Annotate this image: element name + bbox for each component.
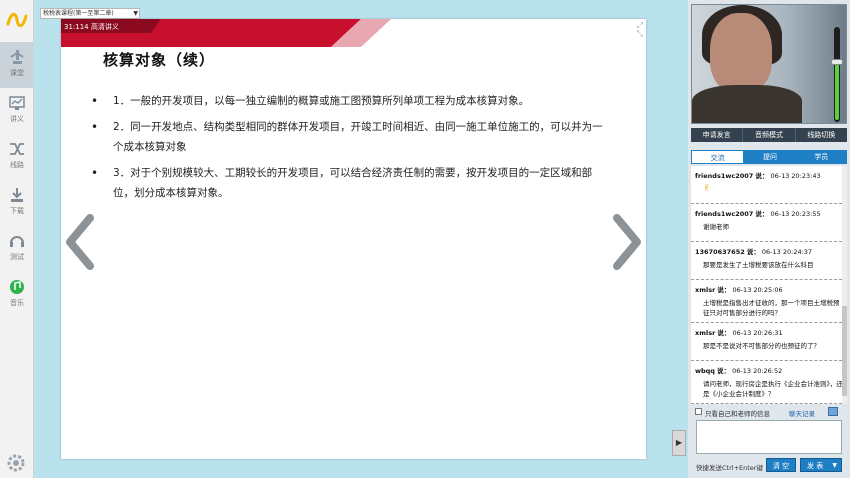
volume-slider-fill	[835, 60, 839, 120]
nav-item-music[interactable]: 音乐	[0, 272, 34, 318]
nav-item-classroom[interactable]: 课堂	[0, 42, 34, 88]
course-select-value: 税税表课程(第一至第二章)	[43, 10, 114, 17]
chat-messages: friends1wc2007 说： 06-13 20:23:43 ✌ frien…	[691, 166, 847, 404]
msg-time: 06-13 20:23:43	[770, 172, 821, 180]
msg-said: 说：	[717, 286, 731, 294]
msg-said: 说：	[717, 367, 731, 375]
send-hint: 快捷发送Ctrl+Enter键	[696, 464, 763, 472]
prev-slide-arrow-icon[interactable]	[60, 212, 100, 272]
right-panel: 申请发言 音频模式 线路切换 交流 提问 学员 friends1wc2007 说…	[688, 0, 850, 478]
msg-text: 那要是发生了土增税要该放在什么科目	[703, 261, 814, 269]
route-icon	[10, 143, 24, 155]
nav-label: 下载	[10, 207, 24, 215]
app-logo-icon	[6, 13, 28, 27]
course-select[interactable]: 税税表课程(第一至第二章) ▼	[40, 8, 140, 19]
slide-title: 核算对象（续）	[103, 51, 216, 69]
msg-user: friends1wc2007	[695, 172, 754, 180]
msg-text: ✌	[703, 184, 711, 194]
tab-questions[interactable]: 提问	[744, 150, 795, 164]
chat-message: friends1wc2007 说： 06-13 20:23:43 ✌	[691, 166, 847, 204]
clear-button[interactable]: 清 空	[766, 458, 796, 472]
send-button-label: 发 表	[807, 462, 824, 470]
volume-slider[interactable]	[834, 27, 840, 122]
msg-text: 请问老师，现行房企是执行《企业会计准则》，还是《小企业会计制度》？	[703, 380, 843, 398]
msg-user: xmlsr	[695, 286, 716, 294]
chat-message: 13670637652 说： 06-13 20:24:37 那要是发生了土增税要…	[691, 242, 847, 280]
slide-header-banner	[61, 19, 391, 47]
collapse-panel-button[interactable]: ▶	[672, 430, 686, 456]
video-body	[692, 85, 802, 123]
headset-icon	[10, 236, 24, 247]
nav-item-test[interactable]: 测试	[0, 226, 34, 272]
classroom-icon	[10, 50, 24, 64]
chevron-down-icon: ▼	[133, 10, 138, 17]
chat-input[interactable]	[696, 420, 842, 454]
nav-label: 线路	[10, 161, 24, 169]
video-face	[710, 13, 772, 93]
chat-tabs: 交流 提问 学员	[691, 150, 847, 164]
chat-message: xmlsr 说： 06-13 20:26:31 那是不是说对不可售部分的也预征的…	[691, 323, 847, 361]
slide-tag: 31:114 高清讲义	[64, 23, 119, 31]
msg-time: 06-13 20:24:37	[761, 248, 813, 256]
chat-message: xmlsr 说： 06-13 20:25:06 土增税是指售出才征收的，那一个项…	[691, 280, 847, 323]
slide-area: 31:114 高清讲义 ⤢⤡ 核算对象（续） 1．一般的开发项目，以每一独立编制…	[61, 19, 646, 459]
tab-chat[interactable]: 交流	[691, 150, 745, 164]
history-icon[interactable]	[828, 407, 838, 416]
only-me-label: 只看自己和老师的信息	[705, 410, 770, 418]
nav-label: 课堂	[10, 69, 24, 77]
handout-icon	[9, 96, 25, 110]
nav-item-route[interactable]: 线路	[0, 134, 34, 180]
msg-user: friends1wc2007	[695, 210, 754, 218]
msg-said: 说：	[755, 210, 769, 218]
volume-slider-knob[interactable]	[831, 58, 843, 65]
tab-students[interactable]: 学员	[796, 150, 847, 164]
nav-label: 音乐	[10, 299, 24, 307]
slide-bullets: 1．一般的开发项目，以每一独立编制的概算或施工图预算所列单项工程为成本核算对象。…	[91, 91, 611, 209]
msg-time: 06-13 20:23:55	[770, 210, 821, 218]
left-nav: 课堂 讲义 线路 下载 测试 音乐	[0, 0, 34, 478]
send-button[interactable]: 发 表 ▼	[800, 458, 842, 472]
msg-user: wbqq	[695, 367, 715, 375]
slide-bullet: 2．同一开发地点、结构类型相同的群体开发项目，开竣工时间相近、由同一施工单位施工…	[91, 117, 611, 157]
slide-bullet: 1．一般的开发项目，以每一独立编制的概算或施工图预算所列单项工程为成本核算对象。	[91, 91, 611, 111]
msg-said: 说：	[746, 248, 760, 256]
msg-time: 06-13 20:25:06	[732, 286, 783, 294]
nav-label: 测试	[10, 253, 24, 261]
msg-said: 说：	[755, 172, 769, 180]
switch-route-button[interactable]: 线路切换	[796, 128, 847, 142]
fullscreen-icon[interactable]: ⤢ ⤡	[637, 22, 643, 38]
msg-text: 那是不是说对不可售部分的也预征的了？	[703, 342, 820, 350]
gear-icon[interactable]	[5, 452, 27, 474]
audio-mode-button[interactable]: 音频模式	[743, 128, 796, 142]
chat-options: 只看自己和老师的信息 聊天记录	[691, 406, 847, 418]
slide-bullet: 3．对于个别规模较大、工期较长的开发项目，可以结合经济责任制的需要，按开发项目的…	[91, 163, 611, 203]
msg-user: 13670637652	[695, 248, 745, 256]
msg-time: 06-13 20:26:52	[732, 367, 783, 375]
chevron-down-icon[interactable]: ▼	[832, 459, 837, 473]
msg-user: xmlsr	[695, 329, 716, 337]
msg-text: 土增税是指售出才征收的，那一个项目土增税预征只对可售部分进行的吗？	[703, 299, 840, 317]
chat-message: friends1wc2007 说： 06-13 20:23:55 谢谢老师	[691, 204, 847, 242]
chat-history-link[interactable]: 聊天记录	[789, 408, 815, 418]
music-icon	[10, 280, 24, 294]
nav-item-handout[interactable]: 讲义	[0, 88, 34, 134]
only-me-checkbox[interactable]	[695, 408, 702, 415]
chat-scrollbar-thumb[interactable]	[842, 306, 847, 396]
chat-scrollbar[interactable]	[842, 166, 847, 404]
video-controls: 申请发言 音频模式 线路切换	[691, 128, 847, 142]
msg-said: 说：	[717, 329, 731, 337]
next-slide-arrow-icon[interactable]	[607, 212, 647, 272]
teacher-video	[691, 4, 847, 124]
nav-label: 讲义	[10, 115, 24, 123]
msg-time: 06-13 20:26:31	[732, 329, 783, 337]
request-speak-button[interactable]: 申请发言	[691, 128, 744, 142]
download-icon	[11, 188, 23, 202]
chat-message: wbqq 说： 06-13 20:26:52 请问老师，现行房企是执行《企业会计…	[691, 361, 847, 404]
nav-item-download[interactable]: 下载	[0, 180, 34, 226]
msg-text: 谢谢老师	[703, 223, 729, 231]
